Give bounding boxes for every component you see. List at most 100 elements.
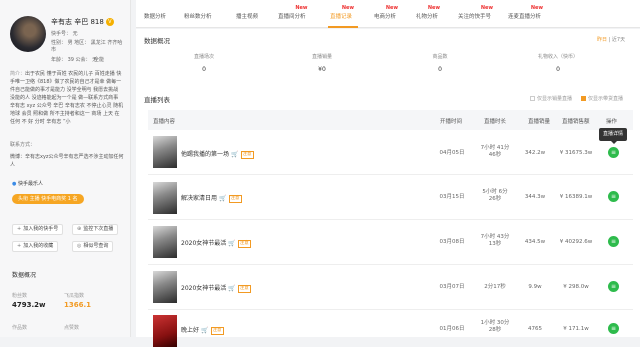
col-duration: 直播时长: [484, 119, 507, 125]
monitor-live-button[interactable]: ⊕ 监控下次直播: [72, 224, 119, 235]
filter-sales-checkbox[interactable]: 仅显示销量直播: [530, 95, 572, 102]
tab-videos[interactable]: 播主视频: [236, 12, 258, 20]
live-thumbnail[interactable]: [153, 182, 177, 214]
start-time: 03月08日: [439, 239, 465, 245]
tab-live-room[interactable]: 直播间分析 New: [278, 5, 308, 20]
table-header: [148, 110, 633, 130]
new-badge: New: [295, 5, 308, 11]
contact-label: 联系方式：: [10, 142, 36, 148]
detail-icon[interactable]: ≡: [608, 236, 619, 247]
revenue: ¥ 298.0w: [563, 284, 589, 290]
col-sales: 直播销量: [528, 119, 551, 125]
cart-icon: 🛒: [228, 240, 236, 247]
detail-icon[interactable]: ≡: [608, 281, 619, 292]
platform: 全能: [94, 57, 105, 63]
search-icon: ◎: [77, 243, 82, 249]
live-thumbnail[interactable]: [153, 271, 177, 303]
duration: 7小时 43分 13秒: [480, 234, 510, 247]
overview-title: 数据概况: [144, 37, 170, 45]
likes-label: 点赞数: [64, 325, 80, 331]
region-cont: 市: [51, 47, 57, 53]
tab-fans-analysis[interactable]: 粉丝数分析: [184, 12, 212, 20]
start-time: 03月15日: [439, 194, 465, 200]
revenue: ¥ 171.1w: [563, 326, 589, 332]
profile-name: 辛有志 辛巴 818 V: [51, 17, 114, 27]
stat-value: 0: [556, 66, 560, 73]
start-time: 01月06日: [439, 326, 465, 332]
tab-co-live[interactable]: 连麦直播分析 New: [508, 5, 543, 20]
index-label: 飞瓜指数: [64, 293, 85, 299]
duration: 7小时 41分 46秒: [480, 145, 510, 158]
new-badge: New: [427, 5, 441, 11]
cart-icon: 🛒: [219, 195, 227, 202]
similar-search-button[interactable]: ◎ 相似号查询: [72, 241, 114, 252]
live-thumbnail[interactable]: [153, 136, 177, 168]
live-thumbnail[interactable]: [153, 226, 177, 258]
follow-tag: ● 快手最乐人: [12, 181, 43, 187]
sidebar-overview-title: 数据概况: [12, 272, 37, 279]
kuaishou-id: 快手号： 无: [51, 31, 78, 37]
monitor-icon: ⊕: [77, 226, 82, 232]
checkbox-icon: [530, 96, 535, 101]
duration: 2分17秒: [484, 284, 506, 290]
tab-following[interactable]: 关注的快手号 New: [458, 5, 493, 20]
live-title[interactable]: 晚上好 🛒 注意: [181, 325, 224, 335]
revenue: ¥ 40292.6w: [559, 239, 593, 245]
live-list-title: 直播列表: [144, 96, 170, 104]
new-badge: New: [480, 5, 494, 11]
fans-value: 4793.2w: [12, 301, 46, 309]
tooltip: 直播详情: [599, 128, 628, 144]
plus-icon: +: [17, 226, 22, 232]
stat-value: ¥0: [318, 66, 326, 73]
user-icon: ●: [12, 181, 17, 187]
live-title[interactable]: 2020女神节最活 🛒 注意: [181, 238, 251, 248]
detail-icon[interactable]: ≡: [608, 147, 619, 158]
tab-data-analysis[interactable]: 数据分析: [144, 12, 166, 20]
col-revenue: 直播销售额: [562, 119, 590, 125]
revenue: ¥ 31675.3w: [559, 150, 593, 156]
filter-goods-checkbox[interactable]: 仅显示带货直播: [581, 95, 623, 102]
col-content: 直播内容: [153, 119, 176, 125]
date-range: 昨日 | 近7天: [597, 37, 626, 43]
range-yesterday[interactable]: 昨日: [597, 37, 607, 43]
works-label: 作品数: [12, 325, 28, 331]
sales: 9.9w: [528, 284, 542, 290]
duration: 5小时 6分 26秒: [482, 189, 508, 202]
sales: 4765: [528, 326, 542, 332]
start-time: 03月07日: [439, 284, 465, 290]
tab-gifts[interactable]: 礼物分析 New: [416, 5, 440, 20]
sales: 434.5w: [524, 239, 546, 245]
new-badge: New: [341, 5, 355, 11]
gender-region: 性别： 男 地区： 黑龙江 齐齐哈: [51, 40, 123, 46]
plus-icon: +: [17, 243, 22, 249]
sales: 342.2w: [524, 150, 546, 156]
live-title[interactable]: 他踢我播的第一场 🛒 注意: [181, 149, 254, 159]
range-7days[interactable]: 近7天: [612, 37, 625, 43]
new-badge: New: [385, 5, 399, 11]
cart-icon: 🛒: [231, 151, 239, 158]
stat-value: 0: [202, 66, 206, 73]
sales: 344.3w: [524, 194, 546, 200]
detail-icon[interactable]: ≡: [608, 323, 619, 334]
stat-label: 直播场次: [193, 54, 214, 60]
add-favorite-button[interactable]: + 加入我的收藏: [12, 241, 59, 252]
stat-value: 0: [438, 66, 442, 73]
duration: 1小时 30分 28秒: [480, 320, 510, 333]
fan-badge[interactable]: 头衔 主播 快手电商奖 1 名: [12, 194, 84, 204]
detail-icon[interactable]: ≡: [608, 191, 619, 202]
checkbox-checked-icon: [581, 96, 586, 101]
tab-ecommerce[interactable]: 电商分析 New: [374, 5, 398, 20]
tab-bar: 数据分析 粉丝数分析 播主视频 直播间分析 New 直播记录 New 电商分析 New…: [136, 0, 640, 28]
tab-live-records[interactable]: 直播记录 New: [330, 5, 354, 20]
col-action: 操作: [606, 119, 618, 125]
fans-label: 粉丝数: [12, 293, 28, 299]
age-guild: 年龄： 39 公会： 无: [51, 57, 98, 63]
live-thumbnail[interactable]: [153, 315, 177, 347]
stat-label: 商品数: [432, 54, 448, 60]
active-tab-underline: [328, 26, 358, 28]
live-title[interactable]: 2020女神节最活 🛒 注意: [181, 283, 251, 293]
live-title[interactable]: 解决家清日用 🛒 注意: [181, 193, 242, 203]
add-kuaishou-button[interactable]: + 加入我的快手号: [12, 224, 64, 235]
start-time: 04月05日: [439, 150, 465, 156]
col-start-time: 开播时间: [440, 119, 463, 125]
